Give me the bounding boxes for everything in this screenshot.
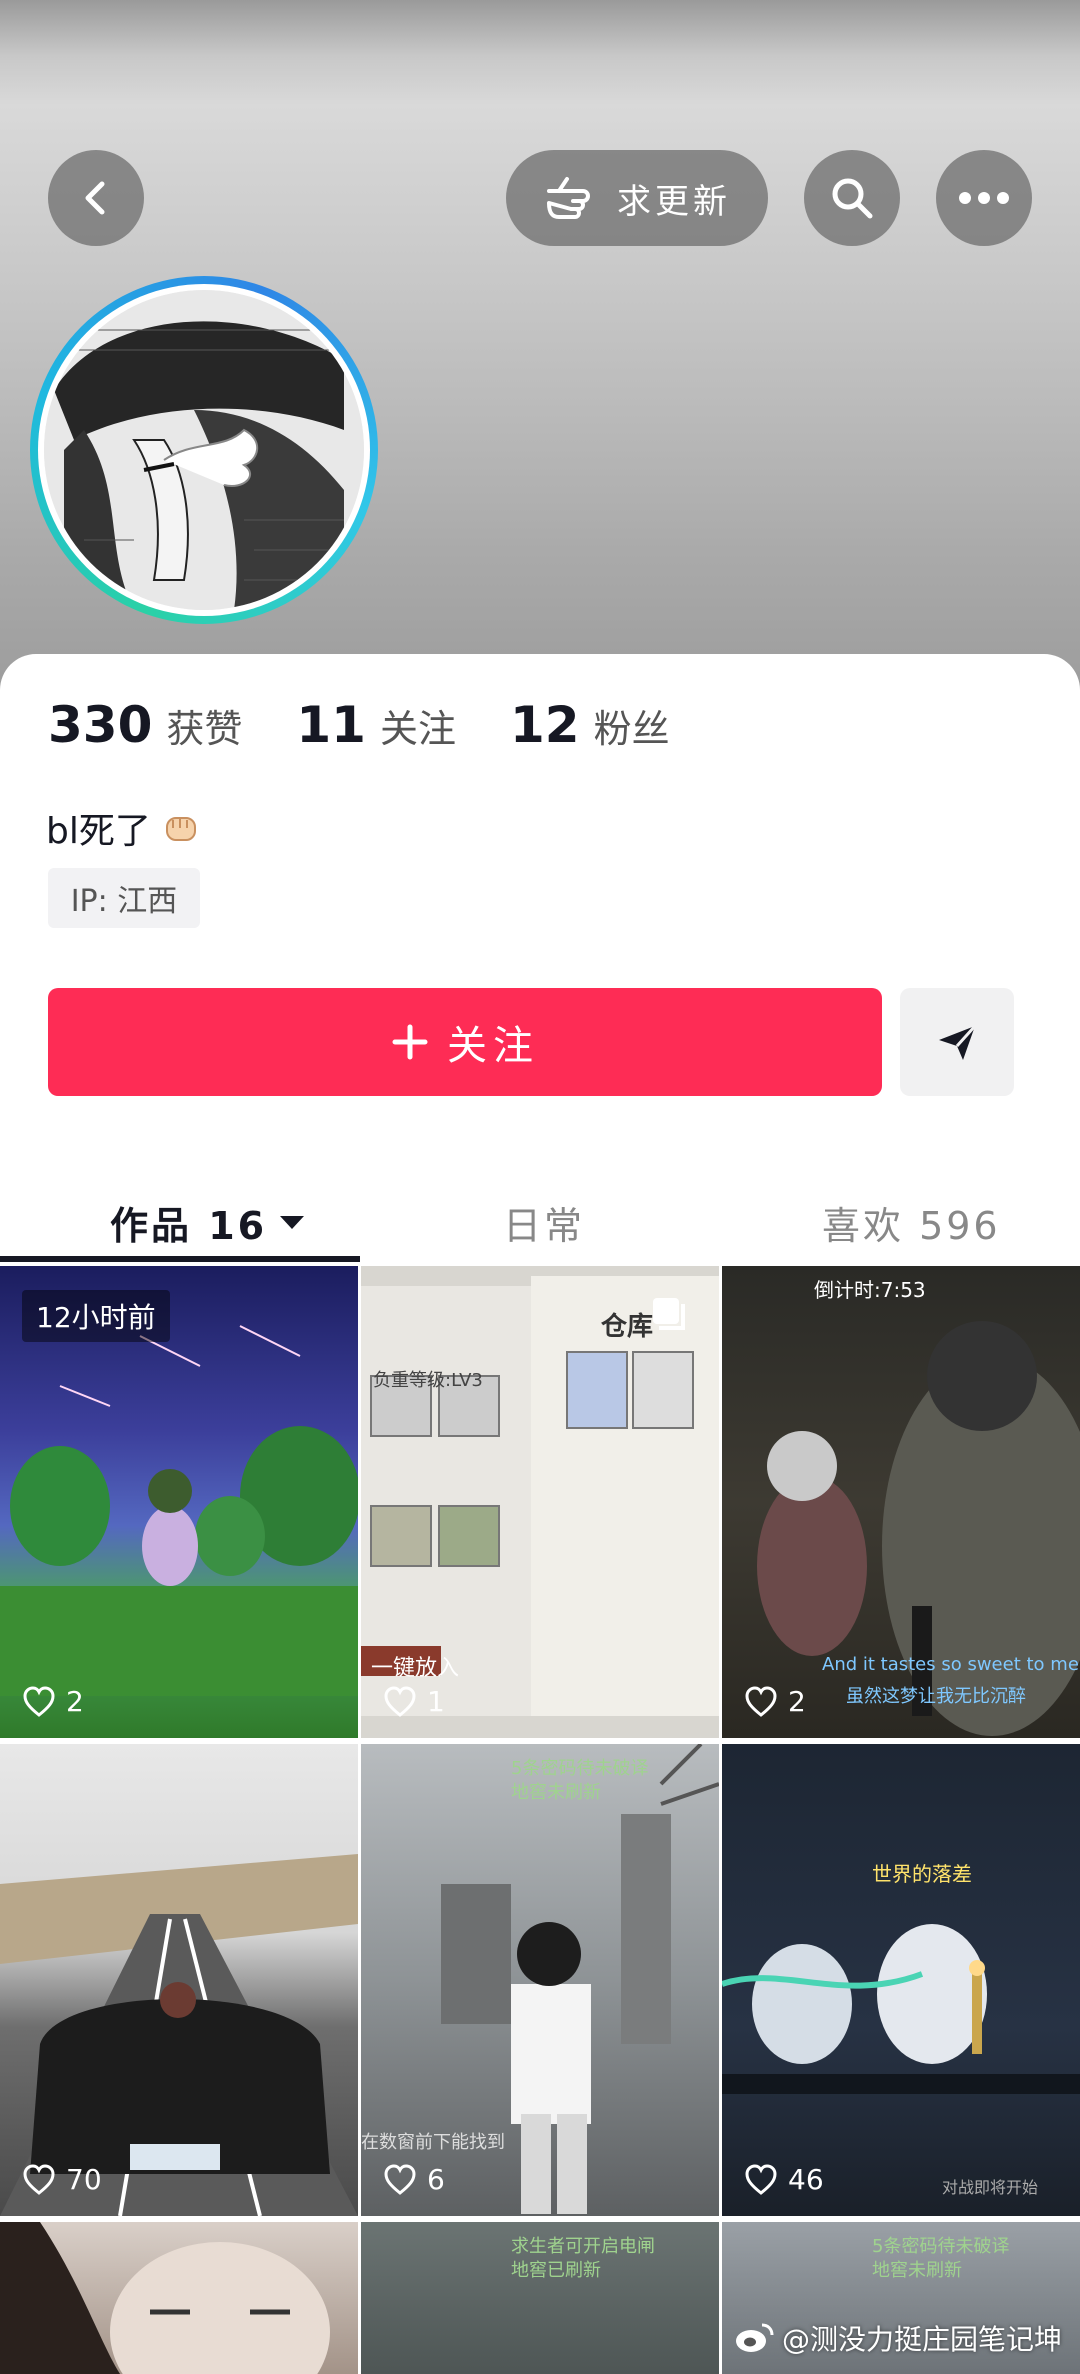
inventory-title: 仓库	[601, 1312, 654, 1342]
tab-daily[interactable]: 日常	[503, 1174, 585, 1270]
player-name-text: 世界的落差	[872, 1862, 972, 1886]
following-label[interactable]: 关注	[380, 698, 456, 753]
more-dots-icon	[959, 192, 1009, 204]
avatar[interactable]	[30, 276, 378, 624]
more-options-button[interactable]	[936, 150, 1032, 246]
send-message-button[interactable]	[900, 988, 1014, 1096]
profile-stats: 330 获赞 11 关注 12 粉丝	[48, 696, 724, 754]
chevron-left-icon	[85, 181, 105, 215]
like-count: 2	[744, 1685, 806, 1718]
video-thumbnail[interactable]: 70	[0, 1744, 358, 2216]
multi-image-icon	[653, 1298, 685, 1330]
followers-label[interactable]: 粉丝	[594, 698, 670, 753]
like-count-value: 1	[427, 1685, 445, 1718]
objective-subtext: 地窖未刷新	[511, 1782, 601, 1803]
quick-deposit-text: 一键放入	[371, 1656, 460, 1681]
video-thumbnail[interactable]: 世界的落差 对战即将开始 46	[722, 1744, 1080, 2216]
profile-page: 求更新 330 获赞 11 关注 12 粉丝 bl死了 IP: 江西 关注 作品…	[0, 0, 1080, 2374]
request-update-button[interactable]: 求更新	[506, 150, 768, 246]
heart-icon	[23, 2163, 55, 2195]
tab-liked-label: 喜欢 596	[822, 1203, 1001, 1248]
objective-subtext: 地窖未刷新	[872, 2260, 962, 2281]
like-count-value: 2	[788, 1685, 806, 1718]
video-thumbnail[interactable]: 5条密码待未破译 地窖未刷新 在数窗前下能找到 6	[361, 1744, 719, 2216]
send-arrow-icon	[939, 1024, 977, 1060]
tab-daily-label: 日常	[503, 1203, 586, 1248]
like-count-value: 2	[66, 1685, 84, 1718]
video-thumbnail[interactable]: 12小时前 2	[0, 1266, 358, 1738]
like-count-value: 6	[427, 2163, 445, 2196]
heart-icon	[23, 1685, 55, 1717]
video-thumbnail[interactable]	[0, 2222, 358, 2374]
heart-icon	[384, 1685, 416, 1717]
plus-icon	[392, 1024, 428, 1060]
caret-down-icon	[280, 1216, 305, 1229]
bio: bl死了	[46, 802, 201, 854]
subtitle-chinese: 虽然这梦让我无比沉醉	[846, 1686, 1026, 1707]
followers-count[interactable]: 12	[510, 696, 580, 754]
objective-text: 5条密码待未破译	[872, 2236, 1010, 2257]
video-thumbnail[interactable]: 仓库 负重等级:LV3 一键放入 1	[361, 1266, 719, 1738]
objective-text: 求生者可开启电闸	[511, 2236, 655, 2257]
like-count: 6	[383, 2163, 445, 2196]
countdown-text: 倒计时:7:53	[814, 1278, 926, 1302]
tab-liked[interactable]: 喜欢 596	[822, 1174, 1001, 1270]
weibo-watermark: @测没力挺庄园笔记坤	[734, 2318, 1062, 2358]
request-update-label: 求更新	[617, 181, 731, 222]
like-count: 46	[744, 2163, 824, 2196]
likes-label: 获赞	[166, 707, 243, 751]
heart-icon	[745, 1685, 777, 1717]
search-icon	[832, 178, 873, 219]
weibo-logo-icon	[735, 2323, 774, 2352]
subtitle-english: And it tastes so sweet to me	[822, 1654, 1079, 1675]
fist-emoji-icon	[165, 817, 196, 841]
tab-works-label: 作品 16	[110, 1203, 268, 1248]
objective-subtext: 地窖已刷新	[511, 2260, 601, 2281]
like-count: 70	[22, 2163, 102, 2196]
like-count: 1	[383, 1685, 445, 1718]
video-thumbnail[interactable]: 倒计时:7:53 And it tastes so sweet to me 虽然…	[722, 1266, 1080, 1738]
follow-button-label: 关注	[447, 1023, 539, 1069]
heart-icon	[745, 2163, 777, 2195]
following-count[interactable]: 11	[296, 696, 366, 754]
pointing-hand-icon	[547, 177, 590, 219]
hint-text: 在数窗前下能找到	[361, 2132, 505, 2153]
ip-location-tag: IP: 江西	[48, 868, 200, 928]
load-level-text: 负重等级:LV3	[373, 1370, 483, 1391]
like-count-value: 46	[788, 2163, 824, 2196]
back-button[interactable]	[48, 150, 144, 246]
post-time-badge: 12小时前	[22, 1290, 170, 1342]
match-status-text: 对战即将开始	[942, 2178, 1039, 2197]
heart-icon	[384, 2163, 416, 2195]
bio-text: bl死了	[46, 811, 151, 852]
like-count: 2	[22, 1685, 84, 1718]
video-thumbnail[interactable]: 求生者可开启电闸 地窖已刷新	[361, 2222, 719, 2374]
active-tab-indicator	[0, 1256, 360, 1262]
avatar-image	[44, 290, 364, 610]
search-button[interactable]	[804, 150, 900, 246]
like-count-value: 70	[66, 2163, 102, 2196]
watermark-text: @测没力挺庄园笔记坤	[781, 2323, 1062, 2356]
follow-button[interactable]: 关注	[48, 988, 882, 1096]
objective-text: 5条密码待未破译	[511, 1758, 649, 1779]
likes-count: 330	[48, 696, 153, 754]
